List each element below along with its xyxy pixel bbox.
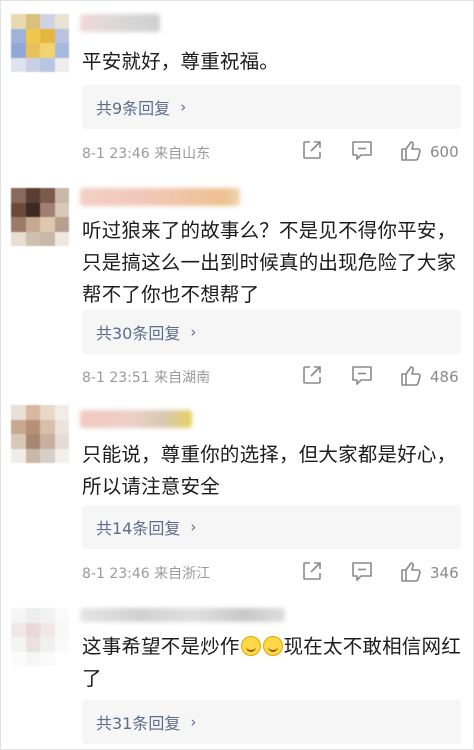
comment-icon[interactable] bbox=[350, 139, 374, 161]
replies-label: 共30条回复 bbox=[96, 324, 181, 343]
like-count: 346 bbox=[430, 564, 459, 582]
like-count: 486 bbox=[430, 368, 459, 386]
chevron-right-icon: › bbox=[180, 98, 187, 116]
comment-icon[interactable] bbox=[350, 560, 374, 582]
comment-text: 这事希望不是炒作 现在太不敢相信网红了 bbox=[82, 631, 467, 695]
like-count: 600 bbox=[430, 143, 459, 161]
chevron-right-icon: › bbox=[190, 323, 197, 341]
avatar[interactable] bbox=[11, 14, 69, 72]
avatar[interactable] bbox=[11, 188, 69, 246]
thumbs-up-icon[interactable] bbox=[399, 139, 423, 163]
share-icon[interactable] bbox=[301, 560, 323, 582]
comment-text: 只能说，尊重你的选择，但大家都是好心，所以请注意安全 bbox=[82, 443, 457, 498]
share-icon[interactable] bbox=[301, 364, 323, 386]
share-icon[interactable] bbox=[301, 139, 323, 161]
username[interactable] bbox=[80, 410, 192, 428]
comment-text: 平安就好，尊重祝福。 bbox=[82, 50, 280, 73]
comment-actions: 486 bbox=[0, 364, 474, 392]
thumbs-up-icon[interactable] bbox=[399, 364, 423, 388]
replies-label: 共31条回复 bbox=[96, 714, 181, 733]
avatar[interactable] bbox=[11, 405, 69, 463]
chevron-right-icon: › bbox=[190, 518, 197, 536]
avatar[interactable] bbox=[11, 608, 69, 666]
comment-actions: 600 bbox=[0, 139, 474, 167]
comment-text-part: 这事希望不是炒作 bbox=[82, 635, 240, 658]
comment-icon[interactable] bbox=[350, 364, 374, 386]
laughing-emoji-icon bbox=[240, 636, 261, 656]
replies-label: 共14条回复 bbox=[96, 519, 181, 538]
comment-text: 听过狼来了的故事么？不是见不得你平安，只是搞这么一出到时候真的出现危险了大家帮不… bbox=[82, 219, 457, 306]
thumbs-up-icon[interactable] bbox=[399, 560, 423, 584]
view-replies-button[interactable]: 共9条回复 › bbox=[82, 85, 461, 129]
comment-actions: 346 bbox=[0, 560, 474, 588]
view-replies-button[interactable]: 共14条回复 › bbox=[82, 505, 461, 549]
chevron-right-icon: › bbox=[190, 713, 197, 731]
laughing-emoji-icon bbox=[262, 636, 283, 656]
username[interactable] bbox=[80, 188, 240, 206]
replies-label: 共9条回复 bbox=[96, 99, 171, 118]
username[interactable] bbox=[80, 608, 285, 622]
view-replies-button[interactable]: 共30条回复 › bbox=[82, 310, 461, 354]
view-replies-button[interactable]: 共31条回复 › bbox=[82, 700, 461, 744]
username[interactable] bbox=[80, 14, 160, 32]
